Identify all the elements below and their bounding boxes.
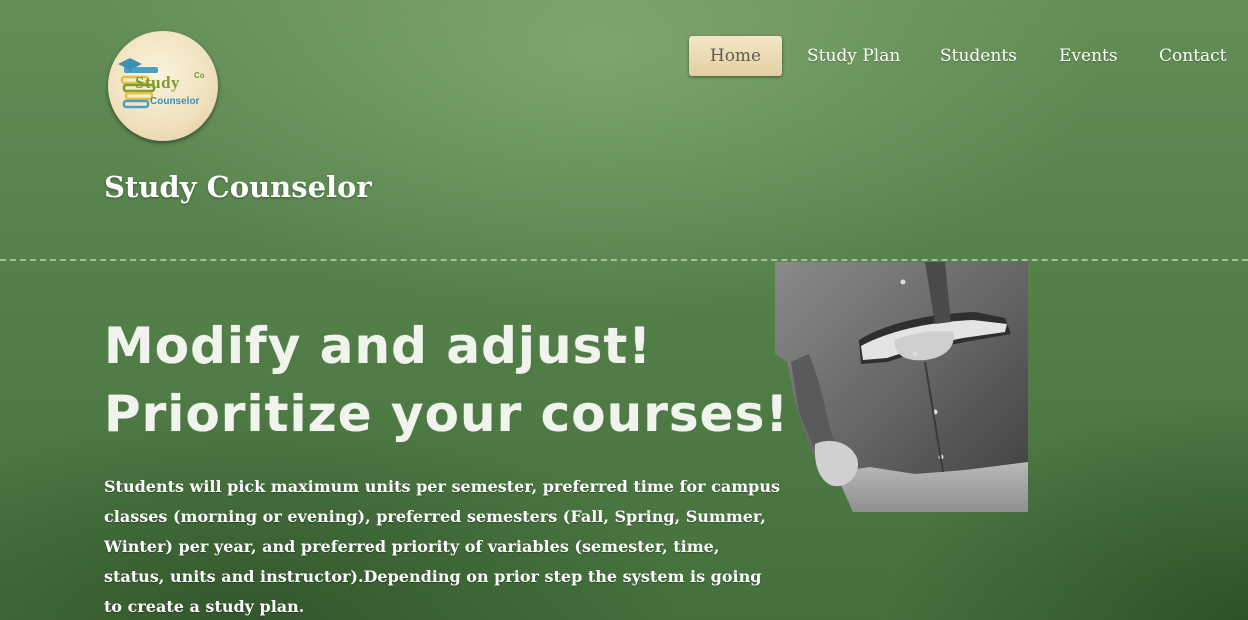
nav-study-plan[interactable]: Study Plan [807,36,900,76]
logo-wordmark-counselor: Counselor [150,96,200,107]
site-title[interactable]: Study Counselor [104,170,372,204]
hero-description: Students will pick maximum units per sem… [104,477,780,616]
logo-wordmark-study: Study [135,73,181,92]
nav-home[interactable]: Home [689,36,782,76]
student-reading-photo [775,262,1028,512]
nav-contact[interactable]: Contact [1159,36,1227,76]
hero-headline: Modify and adjust! Prioritize your cours… [104,312,789,448]
main-nav: Home Study Plan Students Events Contact [689,36,1234,76]
hero-headline-line2: Prioritize your courses! [104,385,790,443]
nav-students[interactable]: Students [940,36,1017,76]
logo-wordmark-co: Co [194,71,205,80]
header-divider [0,259,1248,261]
site-logo[interactable]: Study Co Counselor [108,31,218,141]
hero-headline-line1: Modify and adjust! [104,317,653,375]
nav-events[interactable]: Events [1059,36,1118,76]
